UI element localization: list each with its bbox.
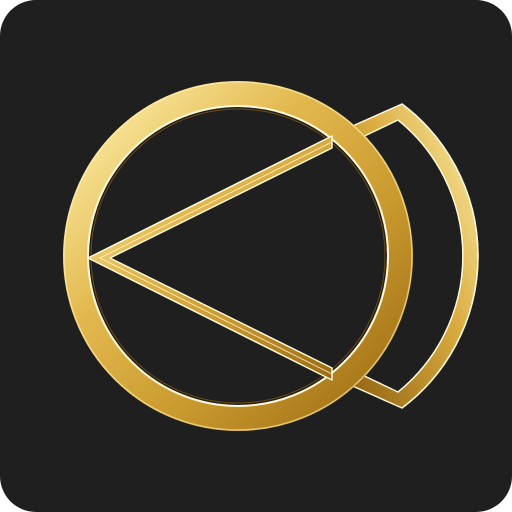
main-ring (63, 81, 413, 431)
gold-emblem-logo-icon (63, 81, 479, 431)
inner-triangle (87, 135, 333, 381)
app-icon (0, 0, 512, 512)
